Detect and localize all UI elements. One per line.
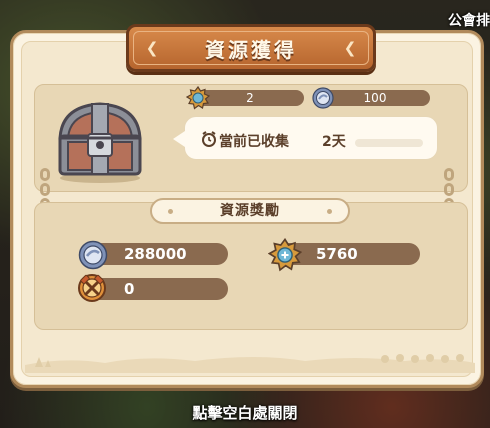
reward-gear-value: 5760 bbox=[316, 245, 358, 263]
bottom-landscape-decoration bbox=[25, 354, 475, 373]
gear-star-icon bbox=[186, 86, 210, 110]
crossed-hammer-badge-icon bbox=[78, 274, 106, 302]
rewards-section-header: 資源獎勵 bbox=[150, 198, 350, 224]
collected-time-bubble: 當前已收集 2天 bbox=[173, 116, 438, 160]
gear-star-icon bbox=[268, 238, 302, 272]
dialog-title: 資源獲得 bbox=[205, 37, 297, 62]
reward-coin-value: 288000 bbox=[124, 245, 187, 263]
silver-coin-icon bbox=[312, 87, 334, 109]
top-gear-resource-bar: 2 bbox=[196, 90, 304, 106]
title-left-ornament-icon: ❮ bbox=[145, 39, 159, 57]
treasure-chest-icon bbox=[58, 102, 142, 183]
top-coin-resource-bar: 100 bbox=[320, 90, 430, 106]
collected-days-value: 2天 bbox=[322, 134, 346, 150]
reward-badge-value: 0 bbox=[124, 280, 135, 298]
title-banner: ❮ 資源獲得 ❮ bbox=[126, 24, 376, 72]
close-hint-text[interactable]: 點擊空白處關閉 bbox=[0, 402, 490, 423]
top-coin-resource-value: 100 bbox=[363, 91, 387, 105]
title-right-ornament-icon: ❮ bbox=[343, 39, 357, 57]
collected-label: 當前已收集 bbox=[219, 134, 289, 150]
rewards-section-title: 資源獎勵 bbox=[220, 203, 280, 219]
collected-progress-track bbox=[355, 139, 423, 147]
top-gear-resource-value: 2 bbox=[246, 91, 254, 105]
guild-ranking-label: 公會排 bbox=[448, 13, 490, 29]
silver-coin-icon bbox=[78, 240, 108, 270]
alarm-clock-icon bbox=[202, 131, 216, 147]
